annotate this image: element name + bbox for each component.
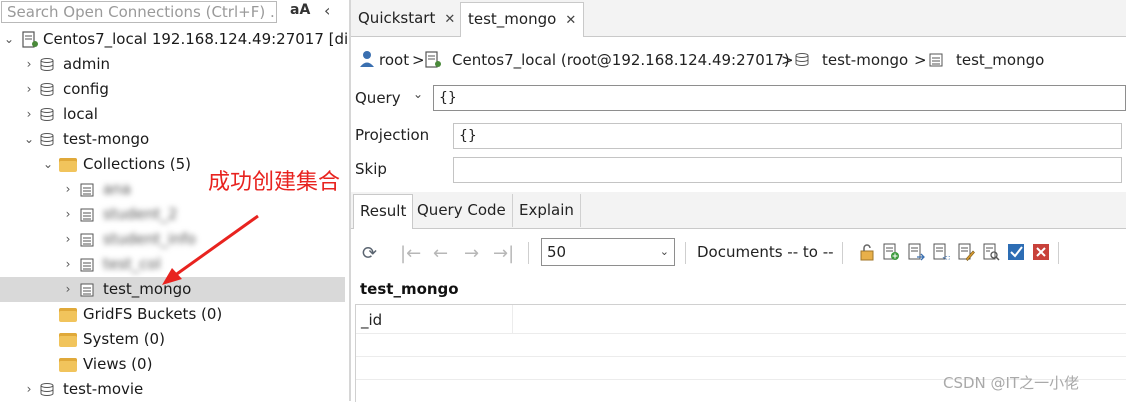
tab-test-mongo[interactable]: test_mongo ✕ <box>460 2 585 37</box>
server-icon <box>425 51 441 68</box>
previous-page-icon[interactable]: ← <box>433 243 448 264</box>
toolbar-separator <box>528 242 529 264</box>
page-size-select[interactable]: 50 ⌄ <box>541 238 675 266</box>
validate-icon[interactable] <box>1007 243 1025 261</box>
last-page-icon[interactable]: →| <box>493 243 514 264</box>
next-page-icon[interactable]: → <box>464 243 479 264</box>
chevron-down-icon: ⌄ <box>659 245 669 258</box>
tab-label: Quickstart <box>358 9 436 27</box>
breadcrumb-connection[interactable]: Centos7_local (root@192.168.124.49:27017… <box>452 46 790 74</box>
column-divider[interactable] <box>512 305 513 333</box>
breadcrumb: root > Centos7_local (root@192.168.124.4… <box>351 46 1126 74</box>
database-icon <box>795 53 809 66</box>
close-icon[interactable]: ✕ <box>444 12 455 27</box>
editor-panel: Quickstart ✕ test_mongo ✕ root > Centos7_l… <box>351 0 1126 402</box>
delete-icon[interactable] <box>1032 243 1050 261</box>
documents-range-label: Documents -- to -- <box>697 243 834 261</box>
column-header-id[interactable]: _id <box>361 311 382 329</box>
breadcrumb-database[interactable]: test-mongo <box>822 46 908 74</box>
collection-icon <box>929 53 943 67</box>
toolbar-separator <box>685 242 686 264</box>
close-icon[interactable]: ✕ <box>565 13 576 28</box>
projection-input[interactable]: {} <box>453 123 1122 149</box>
editor-tab-bar: Quickstart ✕ test_mongo ✕ <box>351 0 1126 37</box>
grid-row-line <box>356 333 1126 334</box>
tab-query-code[interactable]: Query Code <box>411 194 513 227</box>
breadcrumb-separator: > <box>781 51 794 69</box>
find-document-icon[interactable] <box>982 243 1000 261</box>
first-page-icon[interactable]: |← <box>400 243 421 264</box>
tab-explain[interactable]: Explain <box>513 194 581 227</box>
tab-quickstart[interactable]: Quickstart ✕ <box>351 2 462 35</box>
grid-row-line <box>356 356 1126 357</box>
tab-label: test_mongo <box>468 10 557 28</box>
breadcrumb-collection[interactable]: test_mongo <box>956 46 1044 74</box>
projection-label: Projection <box>355 126 430 144</box>
toolbar-separator <box>1058 242 1059 264</box>
skip-input[interactable] <box>453 157 1122 183</box>
svg-text:<>: <> <box>942 254 950 261</box>
result-tab-bar: Result Query Code Explain <box>351 192 1126 229</box>
query-input[interactable]: {} <box>433 85 1126 111</box>
page-size-value: 50 <box>547 243 567 261</box>
add-document-icon[interactable] <box>882 243 900 261</box>
tab-result[interactable]: Result <box>353 194 414 229</box>
annotation-arrow-icon <box>162 214 259 285</box>
skip-label: Skip <box>355 160 387 178</box>
query-label: Query <box>355 89 401 107</box>
toolbar-separator <box>842 242 843 264</box>
breadcrumb-separator: > <box>914 51 927 69</box>
view-document-icon[interactable]: <> <box>932 243 950 261</box>
edit-document-icon[interactable] <box>957 243 975 261</box>
connection-tree-panel: Search Open Connections (Ctrl+F) ... aA … <box>0 0 350 401</box>
user-icon <box>360 51 374 67</box>
chevron-down-icon[interactable]: ⌄ <box>413 87 423 101</box>
refresh-icon[interactable]: ⟳ <box>362 243 377 264</box>
breadcrumb-user[interactable]: root <box>379 46 409 74</box>
breadcrumb-separator: > <box>412 51 425 69</box>
watermark-text: CSDN @IT之一小佬 <box>943 374 1080 392</box>
result-collection-title: test_mongo <box>360 280 459 298</box>
unlock-icon[interactable] <box>858 243 876 261</box>
result-toolbar: ⟳ |← ← → →| 50 ⌄ Documents -- to -- <> <box>351 236 1126 270</box>
clone-document-icon[interactable] <box>907 243 925 261</box>
